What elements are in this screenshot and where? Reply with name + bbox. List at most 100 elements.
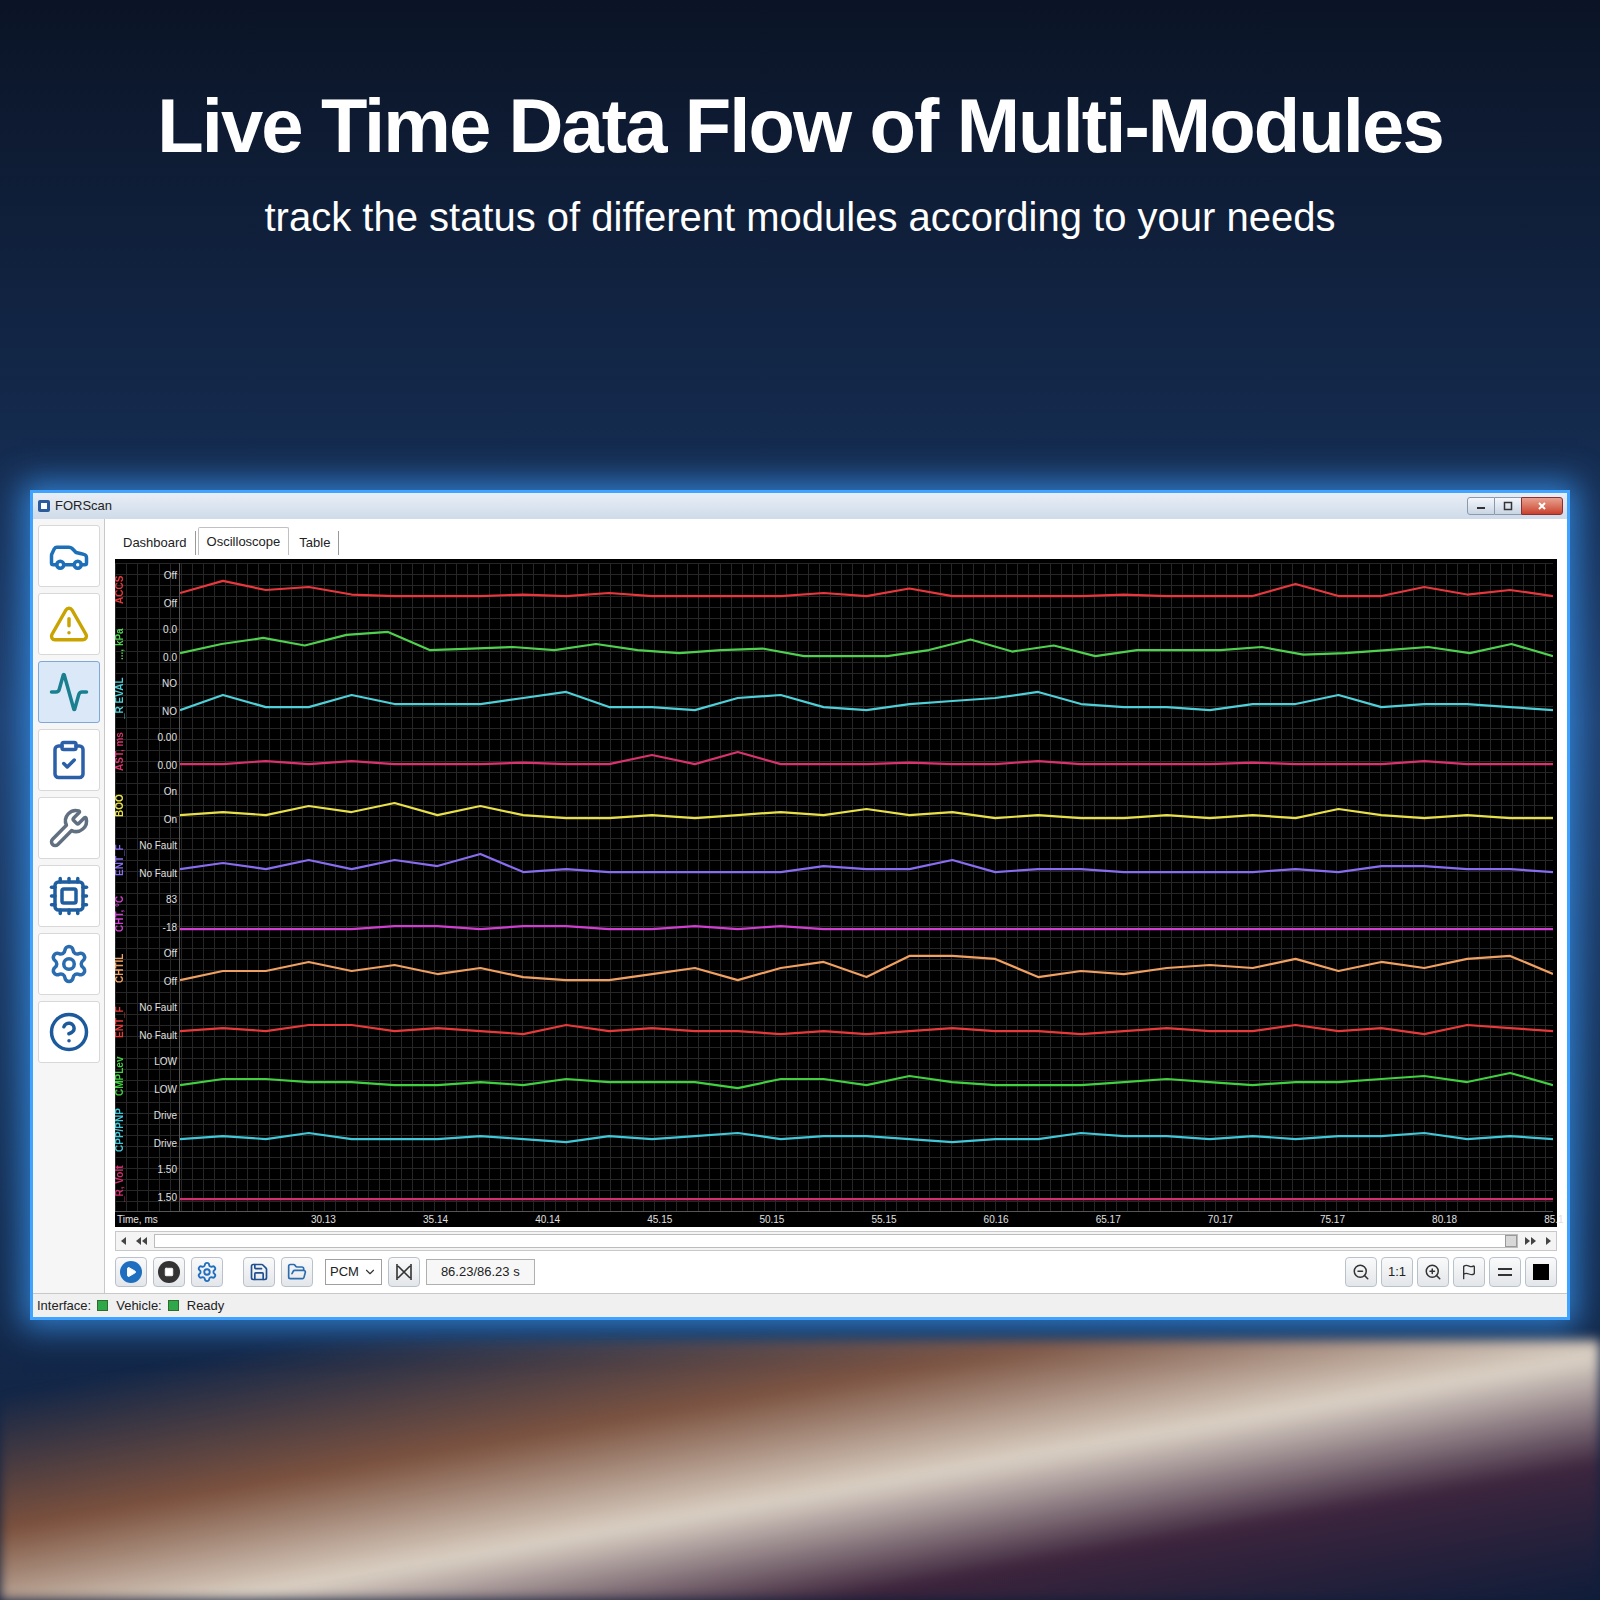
light-streaks xyxy=(0,1340,1600,1600)
sidebar-item[interactable] xyxy=(38,865,100,927)
series-bottom-tick: NO xyxy=(162,707,177,717)
zoom-out-icon xyxy=(1352,1263,1370,1281)
status-label: Vehicle: xyxy=(116,1296,162,1316)
stop-button[interactable] xyxy=(153,1257,185,1287)
chart-row: AST, ms0.000.00 xyxy=(115,725,1553,779)
sidebar-item[interactable] xyxy=(38,593,100,655)
series-bottom-tick: No Fault xyxy=(139,1031,177,1041)
module-select[interactable]: PCM xyxy=(325,1259,382,1285)
chart-row: CPP/PNPDriveDrive xyxy=(115,1103,1553,1157)
sidebar-item[interactable] xyxy=(38,797,100,859)
scroll-start-icon xyxy=(132,1233,150,1249)
time-tick: 60.16 xyxy=(984,1212,1009,1228)
time-tick: 35.14 xyxy=(423,1212,448,1228)
sidebar-item[interactable] xyxy=(38,661,100,723)
chart-row: ENT_FNo FaultNo Fault xyxy=(115,833,1553,887)
series-bottom-tick: 1.50 xyxy=(158,1193,177,1203)
series-line xyxy=(180,779,1553,833)
series-line xyxy=(180,1157,1553,1211)
time-tick: 45.15 xyxy=(647,1212,672,1228)
series-line xyxy=(180,1103,1553,1157)
minimize-button[interactable] xyxy=(1467,497,1495,515)
sidebar-item[interactable] xyxy=(38,729,100,791)
series-bottom-tick: -18 xyxy=(163,923,177,933)
series-label: CPP/PNP xyxy=(115,1103,129,1157)
zoom-reset-button[interactable]: 1:1 xyxy=(1381,1257,1413,1287)
row-axis: ENT_F No Fault No Fault xyxy=(115,995,179,1049)
zoom-in-button[interactable] xyxy=(1417,1257,1449,1287)
maximize-button[interactable] xyxy=(1495,497,1521,515)
series-label: AST, ms xyxy=(115,725,129,779)
tab-bar: DashboardOscilloscopeTable xyxy=(115,525,1557,555)
promo-header: Live Time Data Flow of Multi-Modules trac… xyxy=(0,0,1600,490)
sidebar-item[interactable] xyxy=(38,525,100,587)
zoom-out-button[interactable] xyxy=(1345,1257,1377,1287)
sidebar xyxy=(33,519,105,1293)
series-top-tick: 1.50 xyxy=(158,1165,177,1175)
marker-button[interactable] xyxy=(1453,1257,1485,1287)
series-label: ENT_F xyxy=(115,995,129,1049)
row-axis: _R EVAL NO NO xyxy=(115,671,179,725)
play-button[interactable] xyxy=(115,1257,147,1287)
series-line xyxy=(180,887,1553,941)
status-label: Interface: xyxy=(37,1296,91,1316)
close-button[interactable] xyxy=(1521,497,1563,515)
series-bottom-tick: Off xyxy=(164,977,177,987)
time-readout: 86.23/86.23 s xyxy=(426,1259,535,1285)
series-line xyxy=(180,725,1553,779)
series-line xyxy=(180,563,1553,617)
wrench-icon xyxy=(48,807,90,849)
series-line xyxy=(180,941,1553,995)
scrollbar[interactable] xyxy=(115,1231,1557,1251)
fill-button[interactable] xyxy=(1525,1257,1557,1287)
row-axis: CMPLevLOWLOW xyxy=(115,1049,179,1103)
series-bottom-tick: On xyxy=(164,815,177,825)
chart-row: ..., kPa0.00.0 xyxy=(115,617,1553,671)
series-top-tick: No Fault xyxy=(139,1003,177,1013)
sidebar-item[interactable] xyxy=(38,1001,100,1063)
time-tick: 75.17 xyxy=(1320,1212,1345,1228)
time-axis: Time, ms30.1335.1440.1445.1550.1555.1560… xyxy=(115,1211,1553,1227)
settings-button[interactable] xyxy=(191,1257,223,1287)
close-icon xyxy=(1537,501,1547,511)
series-bottom-tick: 0.00 xyxy=(158,761,177,771)
status-item: Vehicle: xyxy=(116,1296,179,1316)
tab[interactable]: Table xyxy=(291,531,339,555)
series-label: _R EVAL xyxy=(115,671,129,725)
lines-button[interactable] xyxy=(1489,1257,1521,1287)
series-label: ..., kPa xyxy=(115,617,129,671)
series-bottom-tick: Drive xyxy=(154,1139,177,1149)
series-top-tick: NO xyxy=(162,679,177,689)
time-axis-label: Time, ms xyxy=(115,1212,179,1227)
open-button[interactable] xyxy=(281,1257,313,1287)
series-label: ACCS xyxy=(115,563,129,617)
sidebar-item[interactable] xyxy=(38,933,100,995)
subtitle: track the status of different modules ac… xyxy=(265,192,1336,242)
tab[interactable]: Oscilloscope xyxy=(198,527,290,555)
row-axis: ..., kPa0.00.0 xyxy=(115,617,179,671)
chart-row: _R, Volt1.501.50 xyxy=(115,1157,1553,1211)
series-bottom-tick: Off xyxy=(164,599,177,609)
headline: Live Time Data Flow of Multi-Modules xyxy=(157,88,1443,164)
trim-button[interactable] xyxy=(388,1257,420,1287)
row-axis: BOOOnOn xyxy=(115,779,179,833)
save-button[interactable] xyxy=(243,1257,275,1287)
time-tick: 55.15 xyxy=(871,1212,896,1228)
row-axis: ENT_FNo FaultNo Fault xyxy=(115,833,179,887)
time-tick: 70.17 xyxy=(1208,1212,1233,1228)
maximize-icon xyxy=(1503,501,1513,511)
gear-icon xyxy=(48,943,90,985)
chip-icon xyxy=(48,875,90,917)
status-text: Ready xyxy=(187,1296,225,1316)
row-axis: AST, ms0.000.00 xyxy=(115,725,179,779)
row-axis: CPP/PNPDriveDrive xyxy=(115,1103,179,1157)
help-icon xyxy=(48,1011,90,1053)
series-top-tick: On xyxy=(164,787,177,797)
tab[interactable]: Dashboard xyxy=(115,531,196,555)
series-bottom-tick: 0.0 xyxy=(163,653,177,663)
row-axis: ACCSOffOff xyxy=(115,563,179,617)
save-icon xyxy=(249,1262,269,1282)
scroll-thumb[interactable] xyxy=(1505,1235,1517,1247)
gear-icon xyxy=(196,1261,218,1283)
lines-icon xyxy=(1496,1263,1514,1281)
